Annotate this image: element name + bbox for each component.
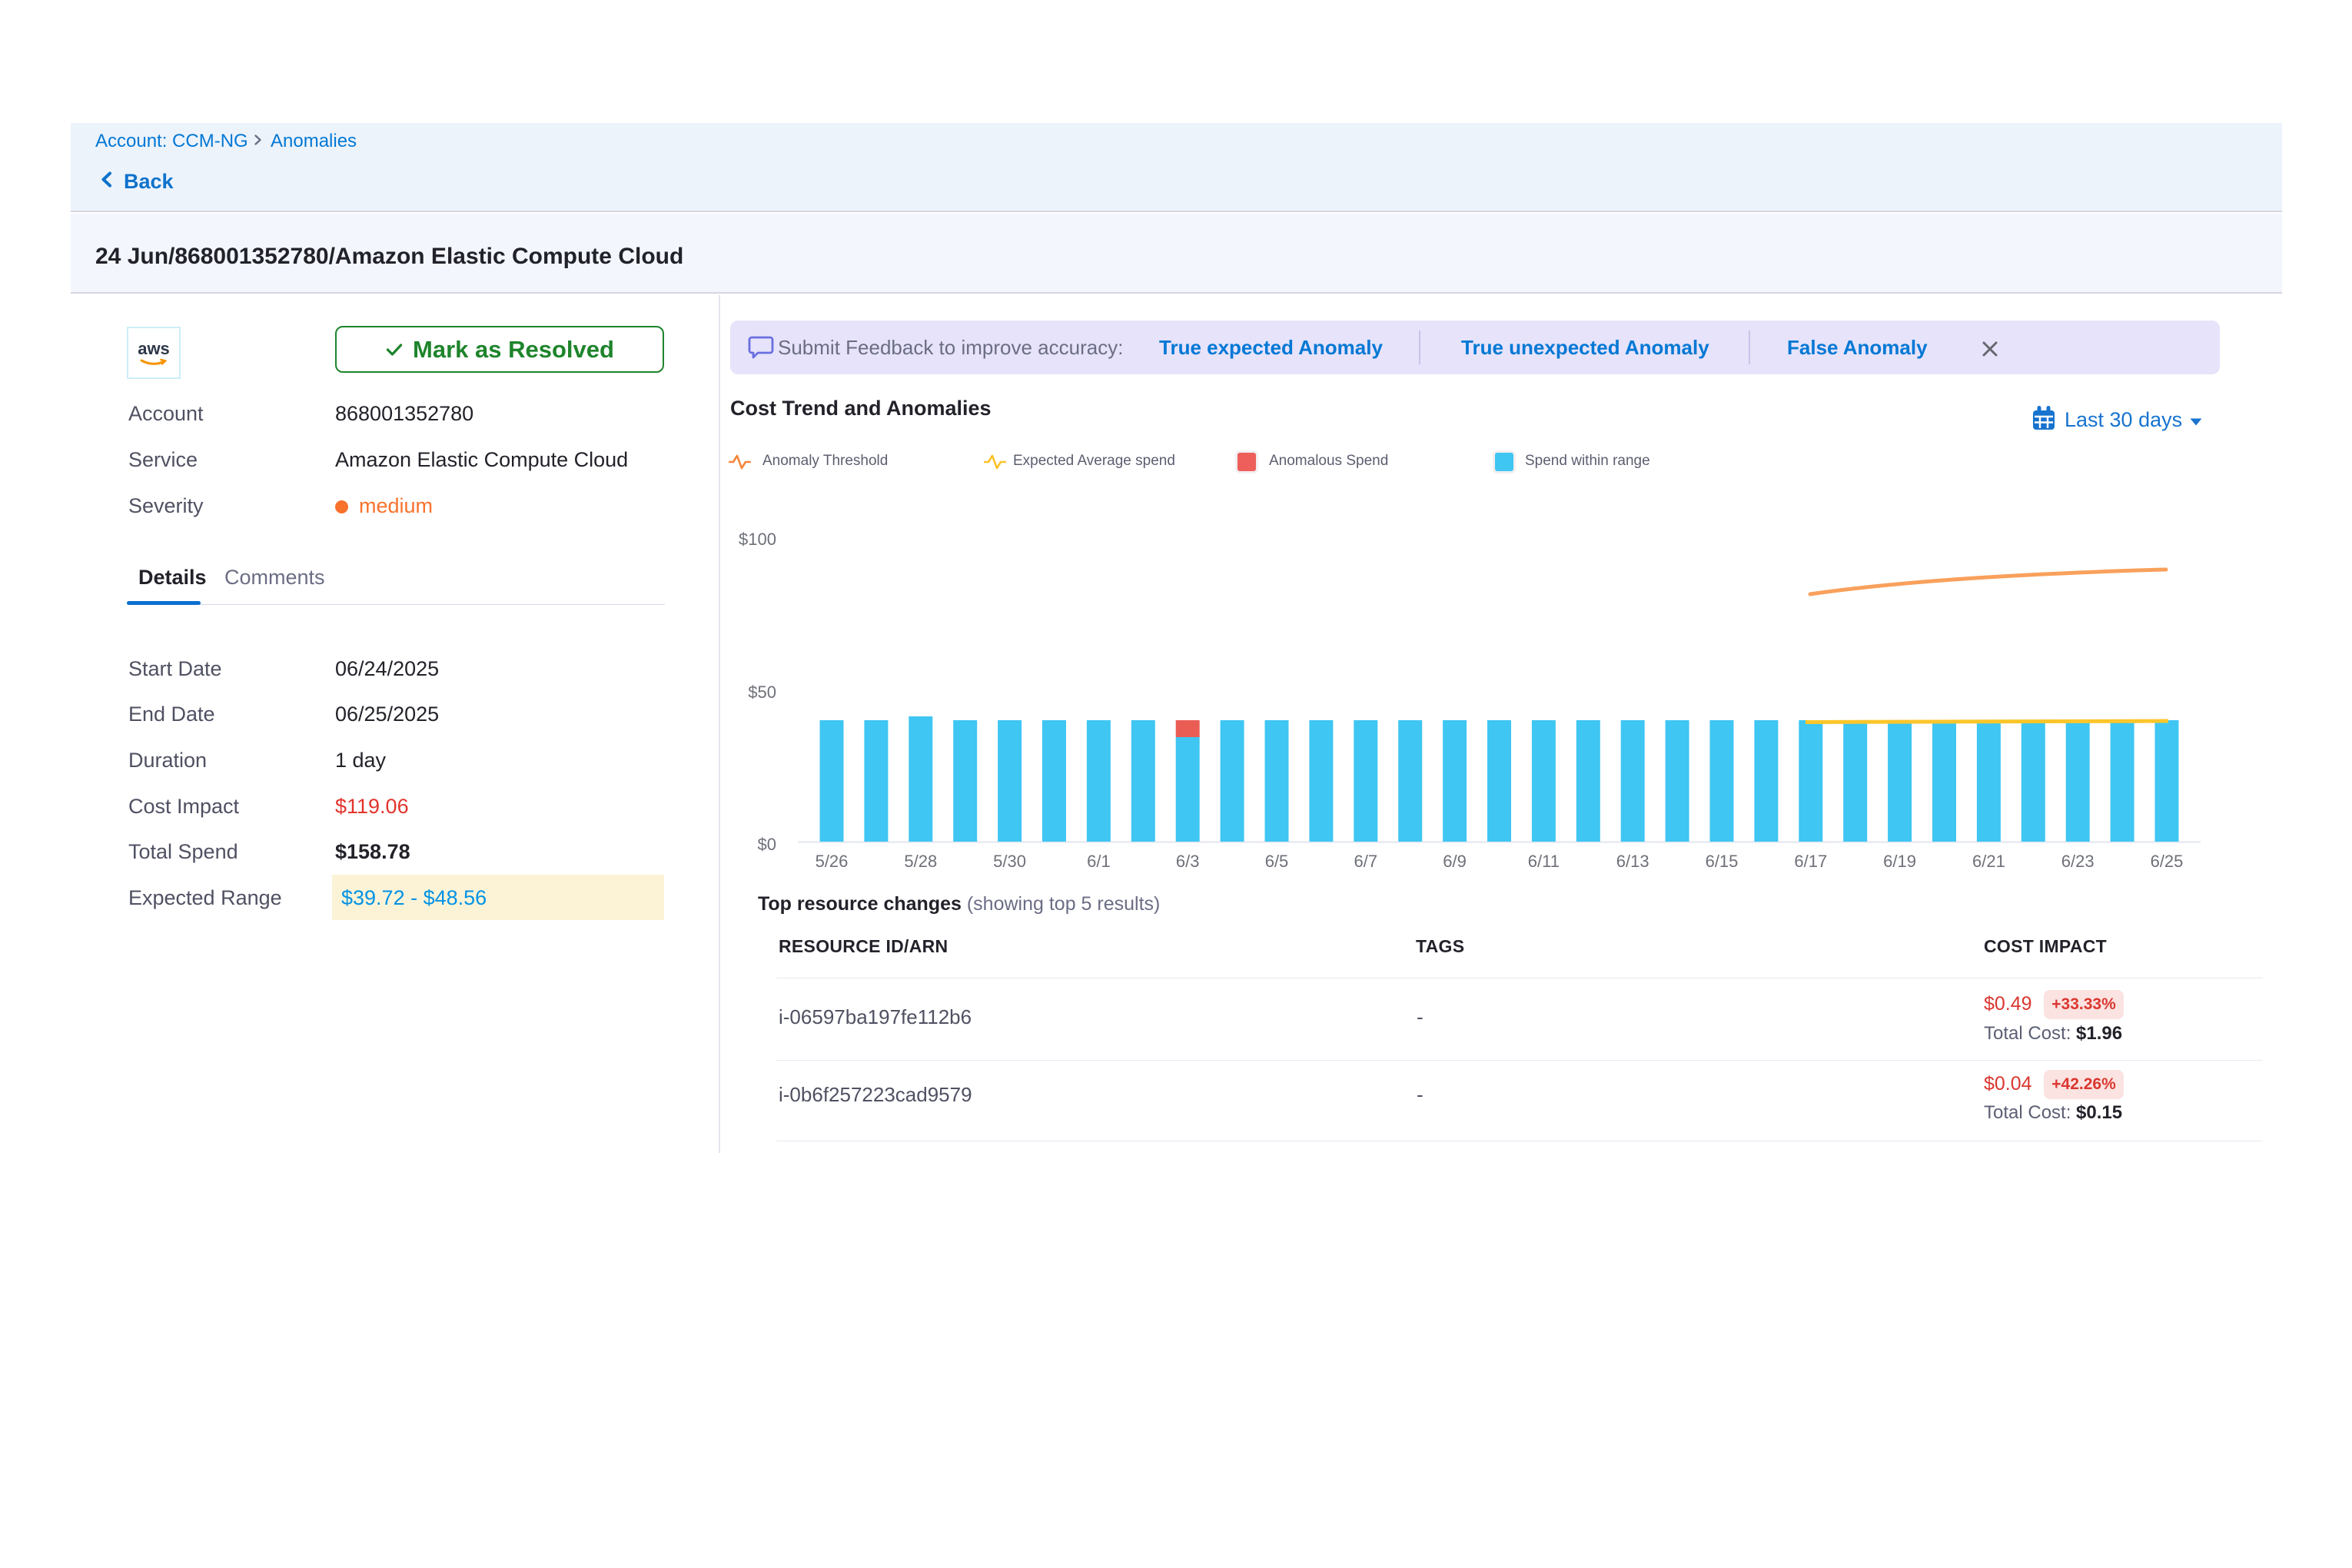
svg-text:6/19: 6/19 [1883,852,1916,871]
svg-text:6/21: 6/21 [1972,852,2005,871]
svg-text:$100: $100 [739,530,776,549]
svg-text:$50: $50 [748,683,776,702]
svg-text:6/23: 6/23 [2061,852,2095,871]
svg-text:6/11: 6/11 [1528,852,1560,871]
svg-text:6/17: 6/17 [1794,852,1827,871]
svg-text:6/15: 6/15 [1706,852,1739,871]
svg-text:6/3: 6/3 [1176,852,1200,871]
svg-text:6/13: 6/13 [1616,852,1649,871]
svg-text:6/5: 6/5 [1265,852,1289,871]
svg-text:5/30: 5/30 [993,852,1026,871]
svg-text:5/28: 5/28 [904,852,937,871]
svg-text:6/1: 6/1 [1087,852,1111,871]
svg-text:$0: $0 [758,835,776,854]
svg-text:5/26: 5/26 [816,852,849,871]
svg-text:6/7: 6/7 [1354,852,1378,871]
svg-text:aws: aws [138,339,170,358]
svg-text:6/9: 6/9 [1443,852,1467,871]
svg-text:6/25: 6/25 [2151,852,2184,871]
